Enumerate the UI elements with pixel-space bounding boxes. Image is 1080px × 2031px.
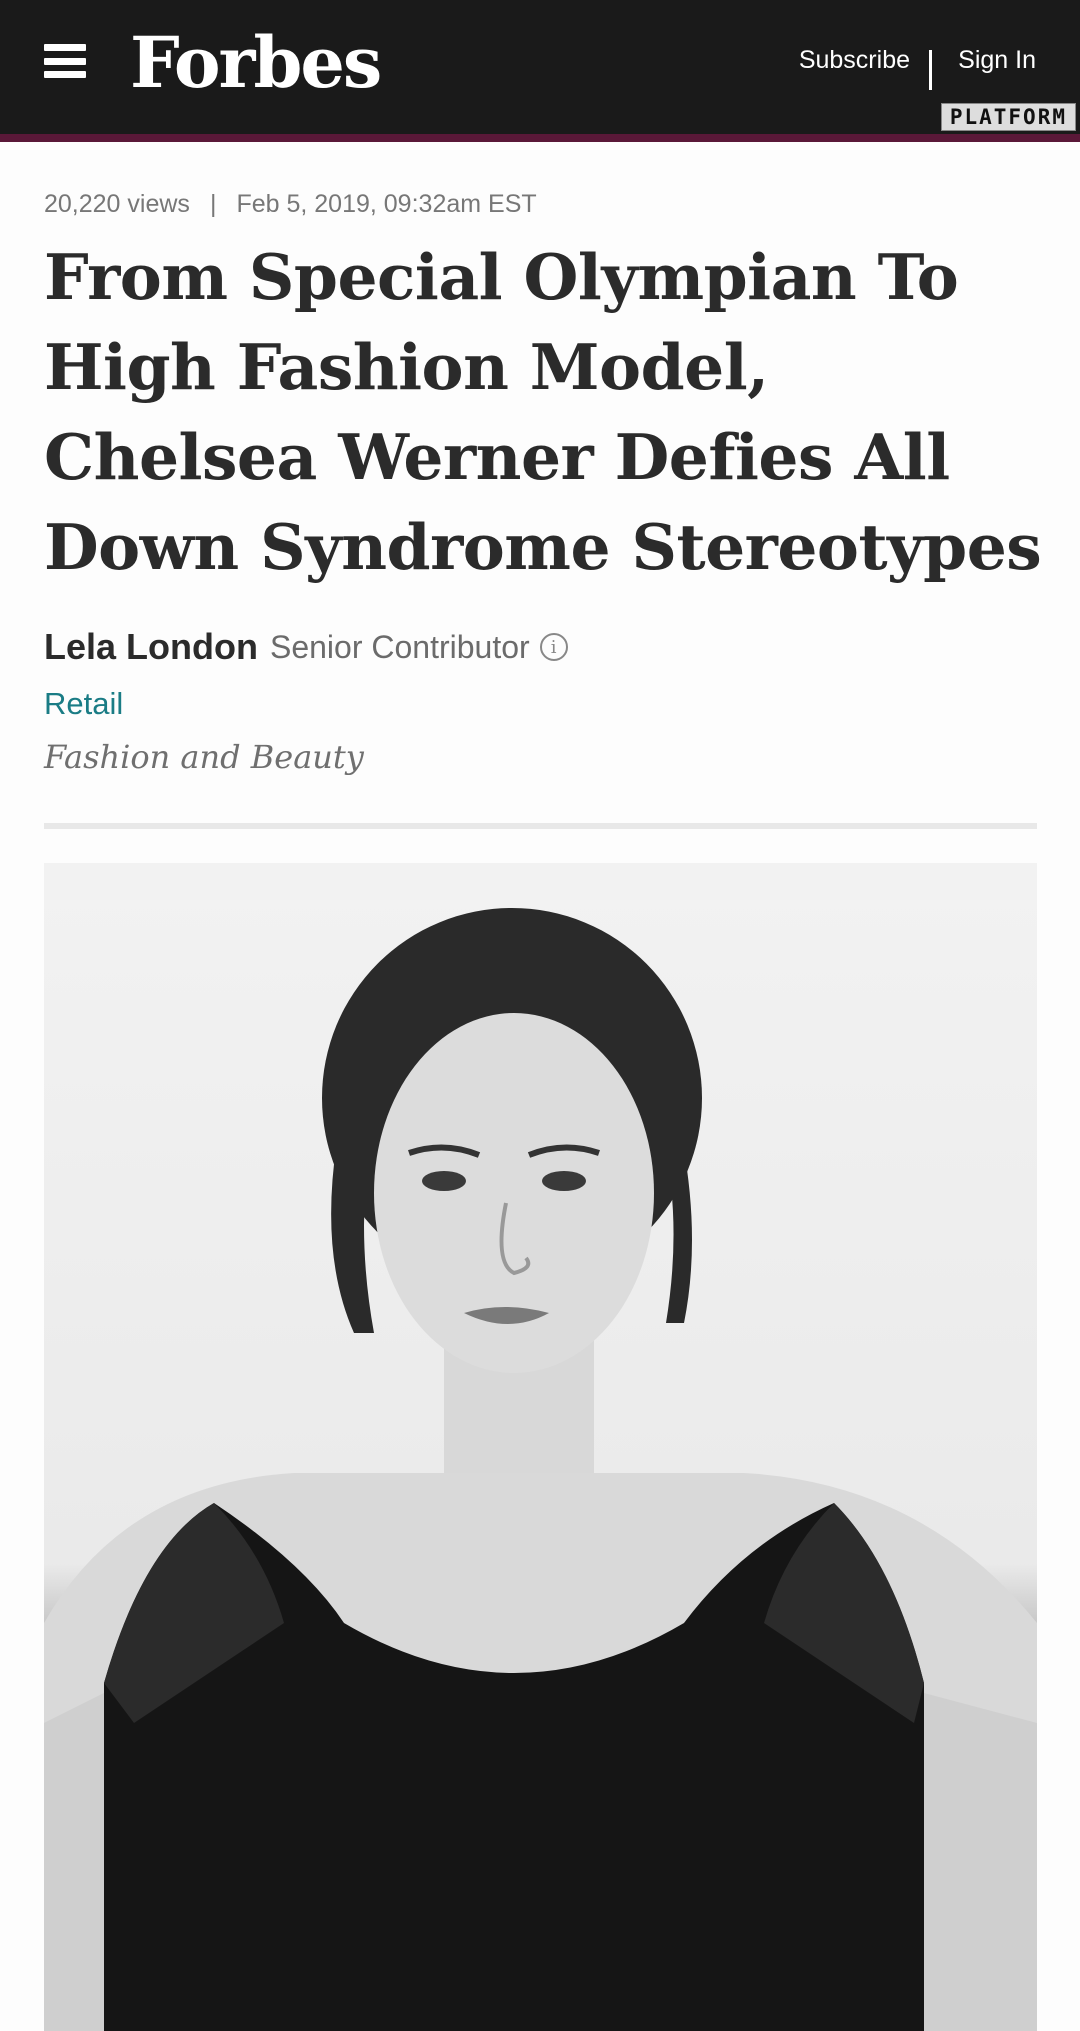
byline: Lela London Senior Contributor i <box>44 626 568 668</box>
sign-in-link[interactable]: Sign In <box>958 46 1036 75</box>
article-headline: From Special Olympian To High Fashion Mo… <box>44 240 1042 584</box>
forbes-logo[interactable]: Forbes <box>130 18 382 108</box>
channel-link[interactable]: Retail <box>44 686 123 722</box>
platform-badge[interactable]: PLATFORM <box>940 103 1076 131</box>
site-header: Forbes Subscribe Sign In PLATFORM <box>0 0 1080 134</box>
author-role: Senior Contributor <box>269 628 530 665</box>
publish-time: 09:32am EST <box>383 190 537 218</box>
article-meta: 20,220 views | Feb 5, 2019, 09:32am EST <box>44 190 537 219</box>
divider-rule <box>44 823 1037 829</box>
subscribe-link[interactable]: Subscribe <box>799 46 910 75</box>
hamburger-menu-icon[interactable] <box>44 44 86 78</box>
article-hero-image <box>44 863 1037 2031</box>
info-icon[interactable]: i <box>539 633 568 661</box>
meta-separator: | <box>209 190 217 218</box>
author-name[interactable]: Lela London <box>44 626 258 668</box>
header-accent-stripe <box>0 134 1080 142</box>
section-link[interactable]: Fashion and Beauty <box>44 738 364 776</box>
view-count: 20,220 views <box>44 190 190 218</box>
nav-divider <box>929 50 932 90</box>
publish-date: Feb 5, 2019, <box>236 190 377 218</box>
